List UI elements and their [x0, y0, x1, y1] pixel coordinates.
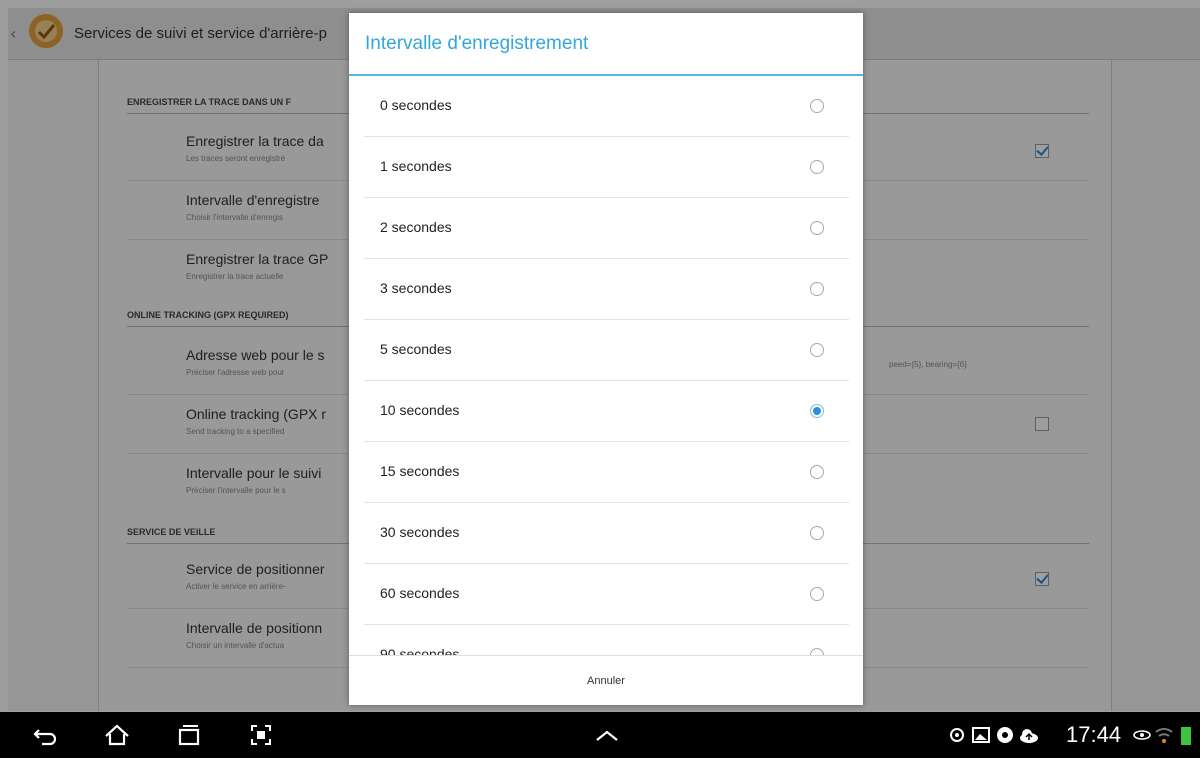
radio-button[interactable] [810, 465, 824, 479]
radio-button[interactable] [810, 99, 824, 113]
maps-icon [994, 720, 1016, 750]
eye-icon [1132, 720, 1152, 750]
radio-button-selected[interactable] [810, 404, 824, 418]
home-icon[interactable] [102, 720, 132, 750]
gallery-icon [970, 720, 992, 750]
interval-option[interactable]: 60 secondes [364, 564, 849, 625]
interval-options-list[interactable]: 0 secondes 1 secondes 2 secondes 3 secon… [349, 76, 863, 655]
cancel-button[interactable]: Annuler [349, 656, 863, 706]
interval-option[interactable]: 2 secondes [364, 198, 849, 259]
option-label: 15 secondes [380, 463, 460, 479]
interval-option-selected[interactable]: 10 secondes [364, 381, 849, 442]
interval-option[interactable]: 5 secondes [364, 320, 849, 381]
radio-button[interactable] [810, 526, 824, 540]
interval-option[interactable]: 3 secondes [364, 259, 849, 320]
cloud-upload-icon [1018, 720, 1040, 750]
radio-button[interactable] [810, 160, 824, 174]
screenshot-icon[interactable] [246, 720, 276, 750]
option-label: 0 secondes [380, 97, 452, 113]
option-label: 30 secondes [380, 524, 460, 540]
battery-icon [1178, 720, 1194, 750]
radio-button[interactable] [810, 648, 824, 655]
option-label: 2 secondes [380, 219, 452, 235]
option-label: 3 secondes [380, 280, 452, 296]
interval-option[interactable]: 90 secondes [364, 625, 849, 655]
system-bar: 17:44 [0, 712, 1200, 758]
option-label: 60 secondes [380, 585, 460, 601]
location-icon [946, 720, 968, 750]
interval-dialog: Intervalle d'enregistrement 0 secondes 1… [349, 13, 863, 705]
interval-option[interactable]: 1 secondes [364, 137, 849, 198]
wifi-icon [1154, 720, 1174, 750]
radio-button[interactable] [810, 282, 824, 296]
option-label: 1 secondes [380, 158, 452, 174]
dialog-footer: Annuler [349, 655, 863, 706]
option-label: 5 secondes [380, 341, 452, 357]
recent-apps-icon[interactable] [174, 720, 204, 750]
interval-option[interactable]: 15 secondes [364, 442, 849, 503]
option-label: 10 secondes [380, 402, 460, 418]
radio-button[interactable] [810, 343, 824, 357]
screen: ‹ Services de suivi et service d'arrière… [0, 0, 1200, 758]
dialog-title: Intervalle d'enregistrement [365, 33, 589, 54]
radio-button[interactable] [810, 221, 824, 235]
interval-option[interactable]: 30 secondes [364, 503, 849, 564]
menu-up-icon[interactable] [592, 720, 622, 750]
radio-button[interactable] [810, 587, 824, 601]
option-label: 90 secondes [380, 646, 460, 655]
back-icon[interactable] [30, 720, 60, 750]
interval-option[interactable]: 0 secondes [364, 76, 849, 137]
status-clock: 17:44 [1066, 722, 1122, 747]
